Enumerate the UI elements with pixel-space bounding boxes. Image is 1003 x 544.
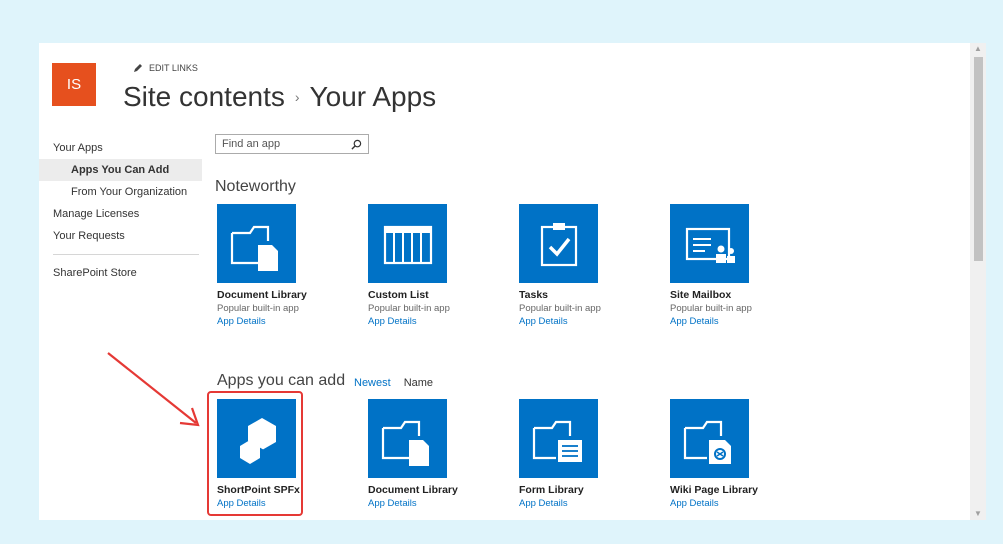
app-tile-document-library[interactable]: Document Library Popular built-in app Ap… (217, 204, 357, 327)
search-icon[interactable] (351, 139, 362, 150)
scroll-up-arrow-icon[interactable]: ▲ (970, 43, 986, 55)
sharepoint-page: IS EDIT LINKS Site contents › Your Apps … (39, 43, 986, 520)
document-library-icon (381, 420, 429, 466)
breadcrumb-site-contents[interactable]: Site contents (123, 81, 285, 113)
edit-links-label: EDIT LINKS (149, 63, 198, 73)
app-tile-icon[interactable] (217, 204, 296, 283)
app-tile-custom-list[interactable]: Custom List Popular built-in app App Det… (368, 204, 508, 327)
nav-item-your-requests[interactable]: Your Requests (39, 225, 202, 247)
app-tile-icon[interactable] (670, 399, 749, 478)
app-tile-icon[interactable] (519, 204, 598, 283)
nav-item-from-your-organization[interactable]: From Your Organization (39, 181, 202, 203)
app-details-link[interactable]: App Details (670, 498, 810, 509)
scroll-down-arrow-icon[interactable]: ▼ (970, 508, 986, 520)
page-title: Site contents › Your Apps (123, 81, 436, 113)
app-subtitle: Popular built-in app (670, 303, 752, 314)
document-library-icon (230, 225, 278, 271)
nav-item-manage-licenses[interactable]: Manage Licenses (39, 203, 202, 225)
wiki-page-library-icon (683, 420, 731, 464)
edit-links-button[interactable]: EDIT LINKS (133, 63, 198, 73)
nav-item-sharepoint-store[interactable]: SharePoint Store (39, 262, 202, 284)
app-name[interactable]: Wiki Page Library (670, 484, 810, 496)
app-name[interactable]: Form Library (519, 484, 659, 496)
app-details-link[interactable]: App Details (368, 316, 508, 327)
app-name[interactable]: Site Mailbox (670, 289, 810, 301)
search-input[interactable]: Find an app (222, 138, 280, 150)
app-subtitle: Popular built-in app (368, 303, 450, 314)
app-tile-icon[interactable] (368, 399, 447, 478)
annotation-highlight-box (207, 391, 303, 516)
app-subtitle: Popular built-in app (217, 303, 299, 314)
nav-item-apps-you-can-add[interactable]: Apps You Can Add (39, 159, 202, 181)
nav-divider (53, 254, 199, 255)
app-name[interactable]: Tasks (519, 289, 659, 301)
app-tile-icon[interactable] (368, 204, 447, 283)
app-details-link[interactable]: App Details (217, 316, 357, 327)
site-logo[interactable]: IS (52, 63, 96, 106)
annotation-arrow-icon (107, 352, 200, 427)
sort-options: Newest Name (354, 377, 433, 389)
sort-newest-link[interactable]: Newest (354, 377, 391, 389)
vertical-scrollbar[interactable]: ▲ ▼ (970, 43, 986, 520)
app-details-link[interactable]: App Details (368, 498, 508, 509)
form-library-icon (532, 420, 582, 462)
nav-item-your-apps[interactable]: Your Apps (39, 137, 202, 159)
pencil-icon (134, 64, 142, 72)
app-details-link[interactable]: App Details (519, 498, 659, 509)
app-tile-icon[interactable] (670, 204, 749, 283)
find-app-search-box[interactable]: Find an app (215, 134, 369, 154)
app-name[interactable]: Document Library (368, 484, 508, 496)
site-logo-text: IS (66, 76, 82, 93)
site-mailbox-icon (685, 227, 735, 263)
app-name[interactable]: Custom List (368, 289, 508, 301)
apps-you-can-add-heading: Apps you can add (217, 372, 346, 389)
tasks-icon (540, 222, 577, 266)
custom-list-icon (383, 225, 432, 264)
app-details-link[interactable]: App Details (670, 316, 810, 327)
scrollbar-thumb[interactable] (974, 57, 983, 261)
noteworthy-heading: Noteworthy (215, 178, 296, 195)
app-tile-document-library-add[interactable]: Document Library App Details (368, 399, 508, 509)
breadcrumb-separator: › (294, 89, 300, 105)
app-tile-tasks[interactable]: Tasks Popular built-in app App Details (519, 204, 659, 327)
app-tile-form-library[interactable]: Form Library App Details (519, 399, 659, 509)
sort-name-link[interactable]: Name (404, 377, 433, 389)
app-name[interactable]: Document Library (217, 289, 357, 301)
app-tile-icon[interactable] (519, 399, 598, 478)
app-subtitle: Popular built-in app (519, 303, 601, 314)
app-tile-site-mailbox[interactable]: Site Mailbox Popular built-in app App De… (670, 204, 810, 327)
app-details-link[interactable]: App Details (519, 316, 659, 327)
app-tile-wiki-page-library[interactable]: Wiki Page Library App Details (670, 399, 810, 509)
left-navigation: Your Apps Apps You Can Add From Your Org… (39, 137, 202, 284)
breadcrumb-your-apps: Your Apps (309, 81, 437, 112)
